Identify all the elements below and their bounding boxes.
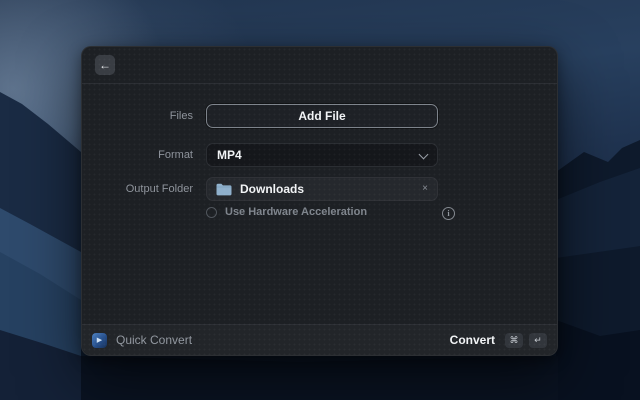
- format-dropdown[interactable]: MP4: [206, 143, 438, 167]
- form-area: Files Add File Format MP4 Output Folder: [82, 85, 557, 324]
- files-label: Files: [82, 110, 193, 122]
- hardware-acceleration-label: Use Hardware Acceleration: [225, 206, 367, 218]
- output-folder-chip[interactable]: Downloads ×: [206, 177, 438, 201]
- chevron-down-icon: [419, 150, 429, 160]
- hardware-acceleration-checkbox[interactable]: [206, 207, 217, 218]
- folder-icon: [216, 183, 232, 196]
- app-icon: ▶: [92, 333, 107, 348]
- output-folder-label: Output Folder: [82, 183, 193, 195]
- window-header: ←: [82, 47, 557, 84]
- window-footer: ▶ Quick Convert Convert ⌘ ↵: [82, 324, 557, 355]
- app-name: Quick Convert: [116, 333, 192, 347]
- files-row: Files Add File: [82, 104, 557, 128]
- quick-convert-window: ← Files Add File Format MP4: [81, 46, 558, 356]
- info-icon[interactable]: i: [442, 207, 455, 220]
- format-label: Format: [82, 149, 193, 161]
- convert-button[interactable]: Convert: [450, 333, 495, 347]
- format-value: MP4: [217, 148, 242, 162]
- close-icon[interactable]: ×: [422, 184, 428, 194]
- add-file-button[interactable]: Add File: [206, 104, 438, 128]
- desktop-wallpaper: ← Files Add File Format MP4: [0, 0, 640, 400]
- output-folder-value: Downloads: [240, 182, 414, 196]
- format-row: Format MP4: [82, 143, 557, 167]
- command-key-icon: ⌘: [505, 333, 523, 348]
- output-folder-row: Output Folder Downloads ×: [82, 177, 557, 201]
- return-key-icon: ↵: [529, 333, 547, 348]
- hardware-acceleration-row: Use Hardware Acceleration: [206, 206, 367, 218]
- back-button[interactable]: ←: [95, 55, 115, 75]
- app-icon-glyph: ▶: [97, 337, 102, 344]
- back-arrow-icon: ←: [99, 59, 111, 71]
